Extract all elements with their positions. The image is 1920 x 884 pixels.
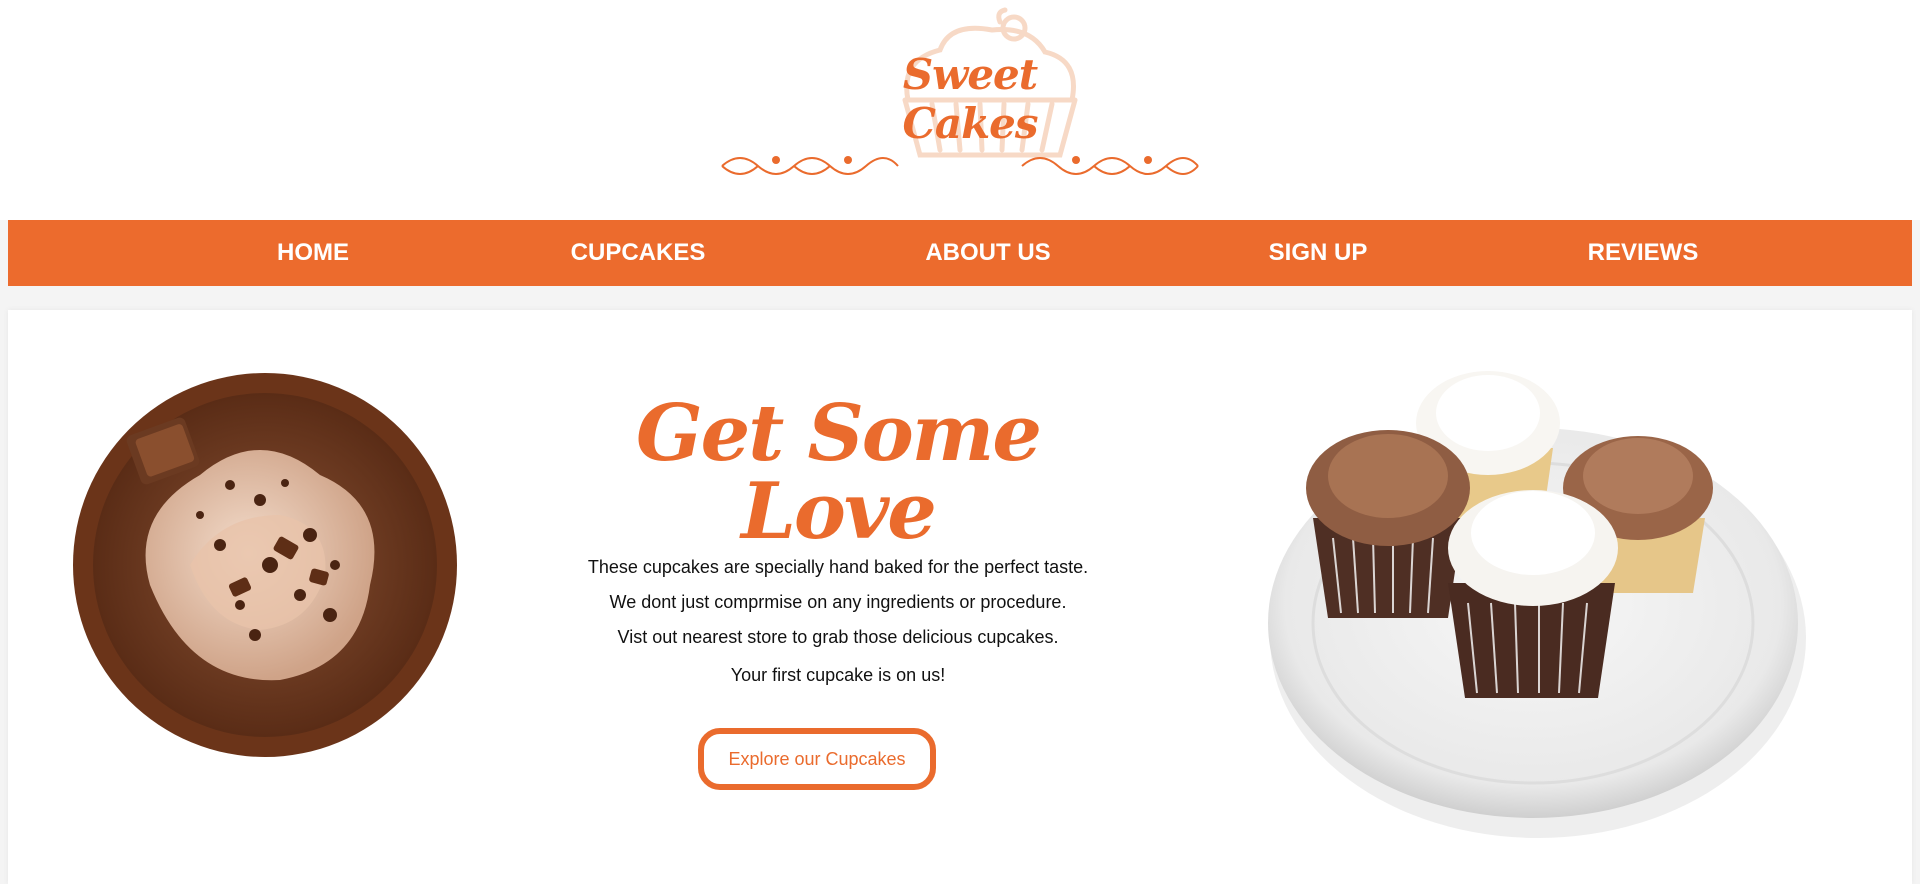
- flourish-ornament-icon: [721, 157, 1199, 175]
- nav-item-home[interactable]: HOME: [238, 220, 388, 286]
- hero-title: Get Some Love: [636, 388, 1042, 557]
- site-logo[interactable]: Sweet Cakes: [700, 0, 1220, 215]
- hero-section: Get Some Love These cupcakes are special…: [8, 310, 1912, 884]
- nav-item-reviews[interactable]: REVIEWS: [1568, 220, 1718, 286]
- explore-cupcakes-button[interactable]: Explore our Cupcakes: [698, 728, 936, 790]
- nav-item-cupcakes[interactable]: CUPCAKES: [553, 220, 723, 286]
- cupcake-topdown-image: [70, 365, 470, 770]
- hero-text-line-1: These cupcakes are specially hand baked …: [587, 557, 1089, 577]
- logo-text: Sweet Cakes: [902, 50, 1038, 148]
- hero-text-line-4: Your first cupcake is on us!: [730, 665, 946, 685]
- main-navigation: HOME CUPCAKES ABOUT US SIGN UP REVIEWS: [8, 220, 1912, 286]
- nav-item-about-us[interactable]: ABOUT US: [903, 220, 1073, 286]
- site-header: Sweet Cakes: [0, 0, 1920, 220]
- hero-text-line-2: We dont just comprmise on any ingredient…: [609, 592, 1067, 612]
- nav-item-sign-up[interactable]: SIGN UP: [1243, 220, 1393, 286]
- cupcakes-plate-image: [1253, 338, 1813, 863]
- hero-text-line-3: Vist out nearest store to grab those del…: [617, 627, 1059, 647]
